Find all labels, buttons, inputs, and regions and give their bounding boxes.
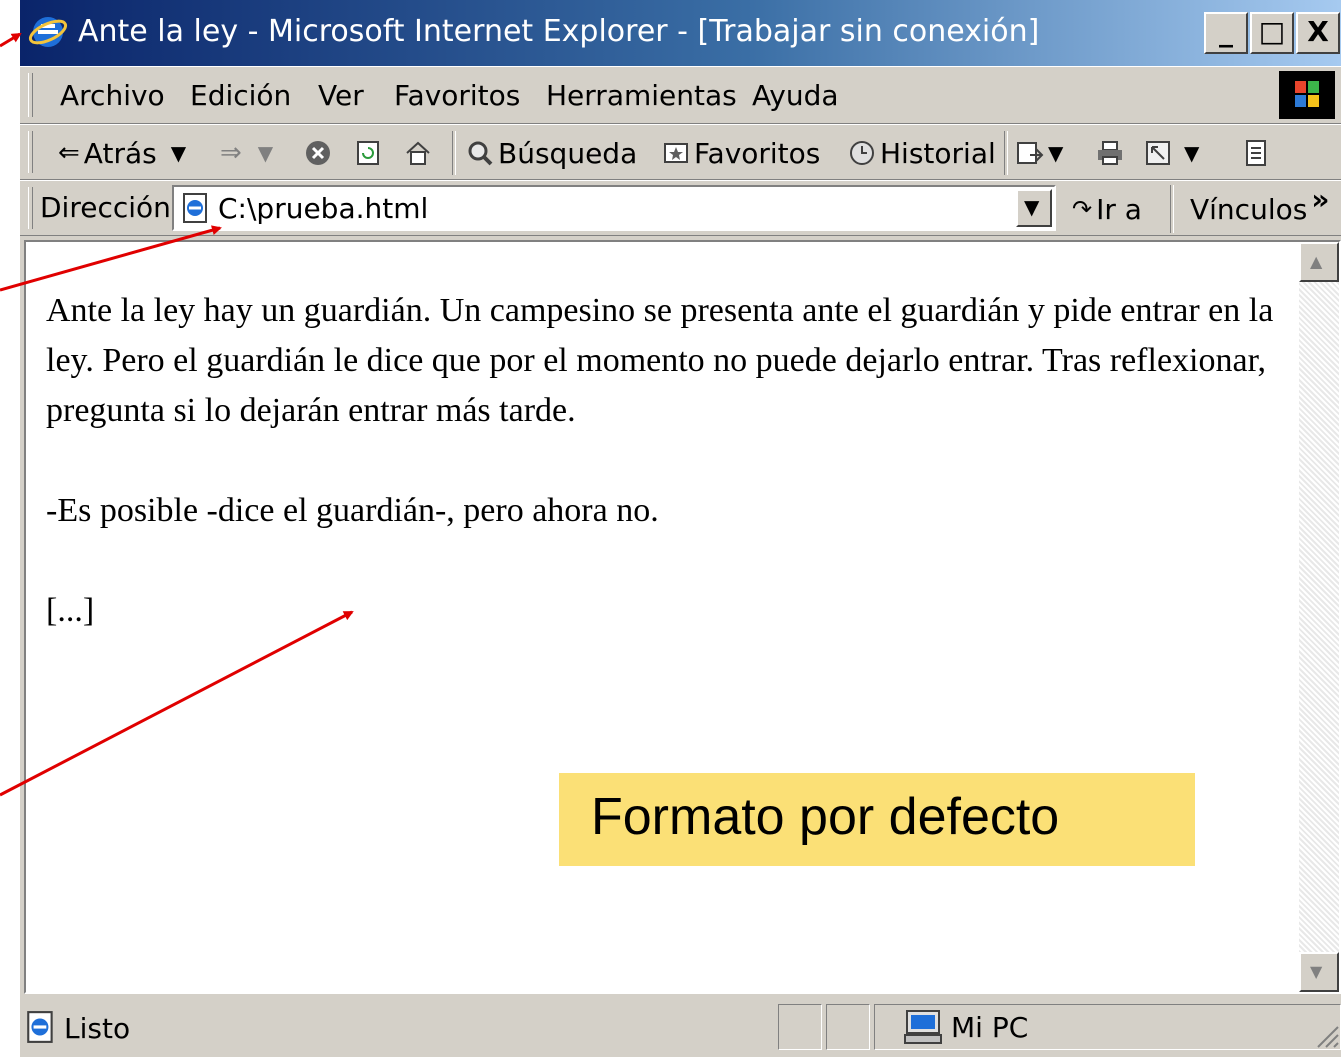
page-content-area[interactable]: Ante la ley hay un guardián. Un campesin… [24,240,1341,994]
address-label: Dirección [40,191,171,224]
forward-button[interactable]: ⇒ ▼ [220,133,273,173]
back-label: Atrás [83,136,157,170]
edit-button[interactable]: ▼ [1144,133,1199,173]
page-icon [183,193,207,223]
history-icon [850,141,874,165]
paragraph: -Es posible -dice el guardián-, pero aho… [46,492,659,529]
menu-ayuda[interactable]: Ayuda [752,79,839,112]
go-arrow-icon: ↷ [1072,195,1093,223]
stop-icon [306,141,330,165]
home-icon [406,141,430,165]
menu-herramientas[interactable]: Herramientas [546,79,737,112]
chevron-down-icon: ▼ [1024,195,1040,219]
maximize-icon: □ [1258,15,1286,48]
zone-label: Mi PC [951,1011,1029,1044]
maximize-button[interactable]: □ [1250,12,1294,54]
window-title: Ante la ley - Microsoft Internet Explore… [78,14,1040,49]
windows-logo-icon [1279,71,1335,119]
more-chevron-icon[interactable]: » [1311,183,1329,216]
print-icon [1098,141,1122,165]
forward-dropdown-icon[interactable]: ▼ [258,141,273,165]
menu-grip[interactable] [28,73,33,117]
paragraph: Ante la ley hay un guardián. Un campesin… [46,292,1274,429]
mail-button[interactable]: ▼ [1016,133,1063,173]
discuss-icon [1246,140,1266,166]
mail-icon [1017,142,1044,164]
discuss-button[interactable] [1242,133,1270,173]
address-input[interactable]: C:\prueba.html ▼ [172,185,1056,231]
minimize-icon: _ [1219,15,1233,48]
menu-archivo[interactable]: Archivo [60,79,165,112]
stop-button[interactable] [304,133,332,173]
scroll-up-icon: ▲ [1310,252,1323,271]
menu-bar: Archivo Edición Ver Favoritos Herramient… [20,66,1341,124]
favorites-icon [664,143,688,163]
print-button[interactable] [1096,133,1124,173]
standard-toolbar: ⇐ Atrás ▼ ⇒ ▼ Búsqueda Favoritos Histori… [20,124,1341,180]
favorites-label: Favoritos [694,136,821,170]
menu-favoritos[interactable]: Favoritos [394,79,520,112]
vertical-scrollbar[interactable]: ▲ ▼ [1299,242,1339,992]
status-panel [826,1004,870,1050]
back-button[interactable]: ⇐ Atrás ▼ [58,133,186,173]
toolbar-grip[interactable] [28,131,33,173]
edit-icon [1146,141,1170,165]
back-dropdown-icon[interactable]: ▼ [171,141,186,165]
close-button[interactable]: X [1296,12,1340,54]
status-text: Listo [64,1012,131,1045]
minimize-button[interactable]: _ [1204,12,1248,54]
status-bar: Listo Mi PC [20,996,1341,1057]
refresh-button[interactable] [354,133,382,173]
menu-ver[interactable]: Ver [318,79,364,112]
home-button[interactable] [404,133,432,173]
toolbar-separator [1004,131,1008,175]
address-bar: Dirección C:\prueba.html ▼ ↷ Ir a Víncul… [20,180,1341,236]
page-body: Ante la ley hay un guardián. Un campesin… [46,286,1286,686]
ie-icon [28,17,68,47]
refresh-icon [357,141,379,165]
links-label: Vínculos [1190,192,1308,226]
my-computer-icon [904,1010,942,1044]
scroll-down-button[interactable]: ▼ [1299,952,1339,992]
go-label: Ir a [1096,192,1142,226]
forward-arrow-icon: ⇒ [220,138,242,168]
address-dropdown-button[interactable]: ▼ [1016,189,1052,227]
history-button[interactable]: Historial [848,133,996,173]
paragraph: [...] [46,592,95,629]
search-label: Búsqueda [498,136,638,170]
page-status-icon [27,1011,53,1043]
browser-window: Ante la ley - Microsoft Internet Explore… [20,0,1341,1057]
mail-dropdown-icon[interactable]: ▼ [1048,141,1063,165]
address-separator [1170,185,1174,233]
close-icon: X [1307,15,1329,48]
search-button[interactable]: Búsqueda [466,133,637,173]
edit-dropdown-icon[interactable]: ▼ [1184,141,1199,165]
back-arrow-icon: ⇐ [58,138,80,168]
zone-panel: Mi PC [874,1004,1341,1050]
toolbar-separator [452,131,456,175]
scroll-down-icon: ▼ [1310,962,1323,981]
links-button[interactable]: Vínculos » [1190,183,1329,229]
status-panel [778,1004,822,1050]
address-value: C:\prueba.html [218,192,429,225]
scroll-up-button[interactable]: ▲ [1299,242,1339,282]
callout-box: Formato por defecto [559,773,1195,866]
menu-edicion[interactable]: Edición [190,79,291,112]
favorites-button[interactable]: Favoritos [662,133,820,173]
search-icon [468,141,493,166]
callout-text: Formato por defecto [591,788,1060,846]
address-grip[interactable] [28,187,33,229]
arrow-to-title [0,32,22,48]
history-label: Historial [880,136,996,170]
title-bar[interactable]: Ante la ley - Microsoft Internet Explore… [20,0,1341,66]
go-button[interactable]: ↷ Ir a [1072,189,1142,229]
resize-grip-icon[interactable] [1310,1019,1340,1049]
